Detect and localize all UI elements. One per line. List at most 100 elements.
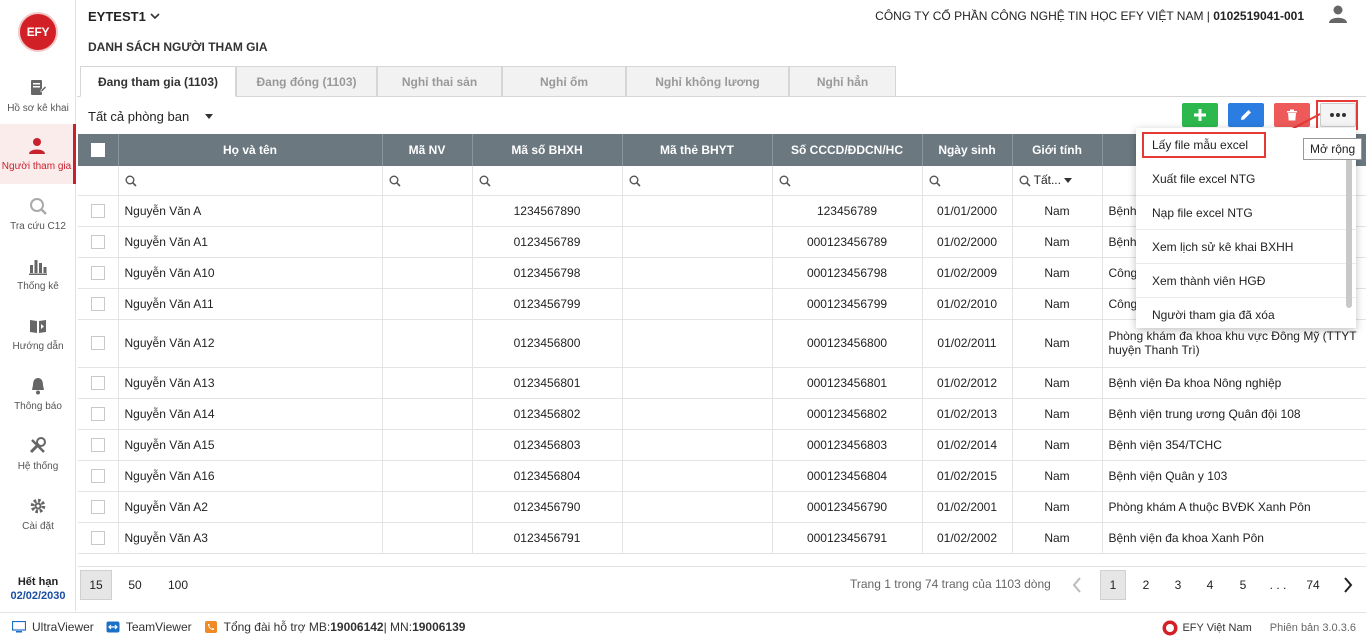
page-3[interactable]: 3 [1165, 570, 1191, 600]
page-size-100[interactable]: 100 [162, 570, 194, 600]
menu-item-nap-file-excel-ntg[interactable]: Nạp file excel NTG [1136, 196, 1356, 230]
table-row[interactable]: Nguyễn Văn A14 0123456802 000123456802 01/0… [78, 398, 1366, 430]
efy-logo[interactable]: EFY [18, 12, 58, 52]
filter-bhyt[interactable] [622, 166, 773, 196]
filter-bhxh[interactable] [472, 166, 623, 196]
row-checkbox-cell [78, 195, 119, 227]
department-filter[interactable]: Tất cả phòng ban [88, 109, 214, 124]
tab-nghi-khong-luong[interactable]: Nghỉ không lương [626, 66, 789, 97]
gender-filter-value: Tất... [1033, 173, 1061, 188]
page-2[interactable]: 2 [1133, 570, 1159, 600]
column-header-so-cccd[interactable]: Số CCCD/ĐDCN/HC [772, 134, 923, 166]
table-row[interactable]: Nguyễn Văn A2 0123456790 000123456790 01/02… [78, 491, 1366, 523]
cell-name: Nguyễn Văn A3 [118, 522, 383, 554]
tab-nghi-om[interactable]: Nghỉ ốm [502, 66, 626, 97]
cell-cccd: 000123456804 [772, 460, 923, 492]
pagination: 15 50 100 Trang 1 trong 74 trang của 110… [78, 566, 1366, 602]
filter-gender[interactable]: Tất... [1012, 166, 1103, 196]
cell-dob: 01/02/2009 [922, 257, 1013, 289]
subscription-expiry: Hết hạn 02/02/2030 [0, 576, 76, 602]
footer: UltraViewer TeamViewer Tổng đài hỗ trợ M… [0, 612, 1366, 641]
filter-cccd[interactable] [772, 166, 923, 196]
chevron-right-icon [1344, 577, 1353, 593]
row-checkbox[interactable] [90, 203, 105, 218]
cell-emp-code [382, 398, 473, 430]
cell-cccd: 000123456803 [772, 429, 923, 461]
filter-emp-code[interactable] [382, 166, 473, 196]
teamviewer-link[interactable]: TeamViewer [106, 620, 192, 634]
add-button[interactable] [1182, 103, 1218, 127]
row-checkbox-cell [78, 319, 119, 368]
menu-item-xem-thanh-vien-hgd[interactable]: Xem thành viên HGĐ [1136, 264, 1356, 298]
table-row[interactable]: Nguyễn Văn A13 0123456801 000123456801 01/0… [78, 367, 1366, 399]
column-header-ngay-sinh[interactable]: Ngày sinh [922, 134, 1013, 166]
page-74[interactable]: 74 [1300, 570, 1326, 600]
cell-name: Nguyễn Văn A14 [118, 398, 383, 430]
row-checkbox-cell [78, 226, 119, 258]
cell-bhyt [622, 257, 773, 289]
cell-cccd: 000123456789 [772, 226, 923, 258]
sidebar-item-nguoi-tham-gia[interactable]: Người tham gia [0, 124, 76, 184]
page-title: DANH SÁCH NGƯỜI THAM GIA [88, 40, 268, 54]
page-size-15[interactable]: 15 [80, 570, 112, 600]
prev-page-button[interactable] [1064, 570, 1090, 600]
column-header-gioi-tinh[interactable]: Giới tính [1012, 134, 1103, 166]
account-icon[interactable] [1328, 4, 1348, 24]
select-all-checkbox[interactable] [90, 143, 105, 158]
sidebar-item-thong-bao[interactable]: Thông báo [0, 364, 76, 424]
menu-item-nguoi-tham-gia-da-xoa[interactable]: Người tham gia đã xóa [1136, 298, 1356, 332]
row-checkbox[interactable] [90, 468, 105, 483]
menu-item-xuat-file-excel-ntg[interactable]: Xuất file excel NTG [1136, 162, 1356, 196]
menu-item-xem-lich-su-ke-khai[interactable]: Xem lịch sử kê khai BXHH [1136, 230, 1356, 264]
hotline-mn: 19006139 [412, 620, 466, 634]
cell-emp-code [382, 319, 473, 368]
filter-cell-empty [78, 166, 119, 196]
brand-label: EFY Việt Nam [1182, 622, 1252, 634]
caret-down-icon [1064, 178, 1073, 184]
sidebar-item-huong-dan[interactable]: Hướng dẫn [0, 304, 76, 364]
row-checkbox[interactable] [90, 296, 105, 311]
tab-dang-dong[interactable]: Đang đóng (1103) [236, 66, 377, 97]
row-checkbox-cell [78, 257, 119, 289]
column-header-ma-nv[interactable]: Mã NV [382, 134, 473, 166]
row-checkbox[interactable] [90, 437, 105, 452]
cell-name: Nguyễn Văn A2 [118, 491, 383, 523]
sidebar-item-he-thong[interactable]: Hệ thống [0, 424, 76, 484]
table-row[interactable]: Nguyễn Văn A16 0123456804 000123456804 01/0… [78, 460, 1366, 492]
row-checkbox[interactable] [90, 375, 105, 390]
page-5[interactable]: 5 [1230, 570, 1256, 600]
ultraviewer-link[interactable]: UltraViewer [12, 620, 94, 634]
cell-name: Nguyễn Văn A11 [118, 288, 383, 320]
row-checkbox[interactable] [90, 265, 105, 280]
table-row[interactable]: Nguyễn Văn A15 0123456803 000123456803 01/0… [78, 429, 1366, 461]
filter-dob[interactable] [922, 166, 1013, 196]
sidebar-item-thong-ke[interactable]: Thống kê [0, 244, 76, 304]
sidebar-item-tra-cuu-c12[interactable]: Tra cứu C12 [0, 184, 76, 244]
page-1[interactable]: 1 [1100, 570, 1126, 600]
page-4[interactable]: 4 [1197, 570, 1223, 600]
cell-hospital: Bệnh viện Quân y 103 [1102, 460, 1366, 492]
next-page-button[interactable] [1335, 570, 1361, 600]
row-checkbox[interactable] [90, 406, 105, 421]
row-checkbox[interactable] [90, 530, 105, 545]
column-header-ma-the-bhyt[interactable]: Mã thẻ BHYT [622, 134, 773, 166]
menu-item-lay-file-mau-excel[interactable]: Lấy file mẫu excel [1142, 132, 1266, 158]
cell-dob: 01/02/2012 [922, 367, 1013, 399]
tab-nghi-thai-san[interactable]: Nghỉ thai sản [377, 66, 502, 97]
sidebar-item-cai-dat[interactable]: Cài đặt [0, 484, 76, 544]
sidebar-item-ho-so-ke-khai[interactable]: Hồ sơ kê khai [0, 66, 76, 126]
filter-name[interactable] [118, 166, 383, 196]
tab-nghi-han[interactable]: Nghỉ hẳn [789, 66, 896, 97]
cell-cccd: 000123456799 [772, 288, 923, 320]
row-checkbox[interactable] [90, 336, 105, 351]
column-header-ma-so-bhxh[interactable]: Mã số BHXH [472, 134, 623, 166]
table-row[interactable]: Nguyễn Văn A3 0123456791 000123456791 01/02… [78, 522, 1366, 554]
page-size-50[interactable]: 50 [119, 570, 151, 600]
tab-dang-tham-gia[interactable]: Đang tham gia (1103) [80, 66, 236, 97]
menu-scrollbar[interactable] [1346, 148, 1352, 308]
column-header-ho-va-ten[interactable]: Họ và tên [118, 134, 383, 166]
row-checkbox[interactable] [90, 234, 105, 249]
row-checkbox[interactable] [90, 499, 105, 514]
org-selector[interactable]: EYTEST1 [88, 9, 160, 24]
pencil-icon [1241, 110, 1251, 120]
